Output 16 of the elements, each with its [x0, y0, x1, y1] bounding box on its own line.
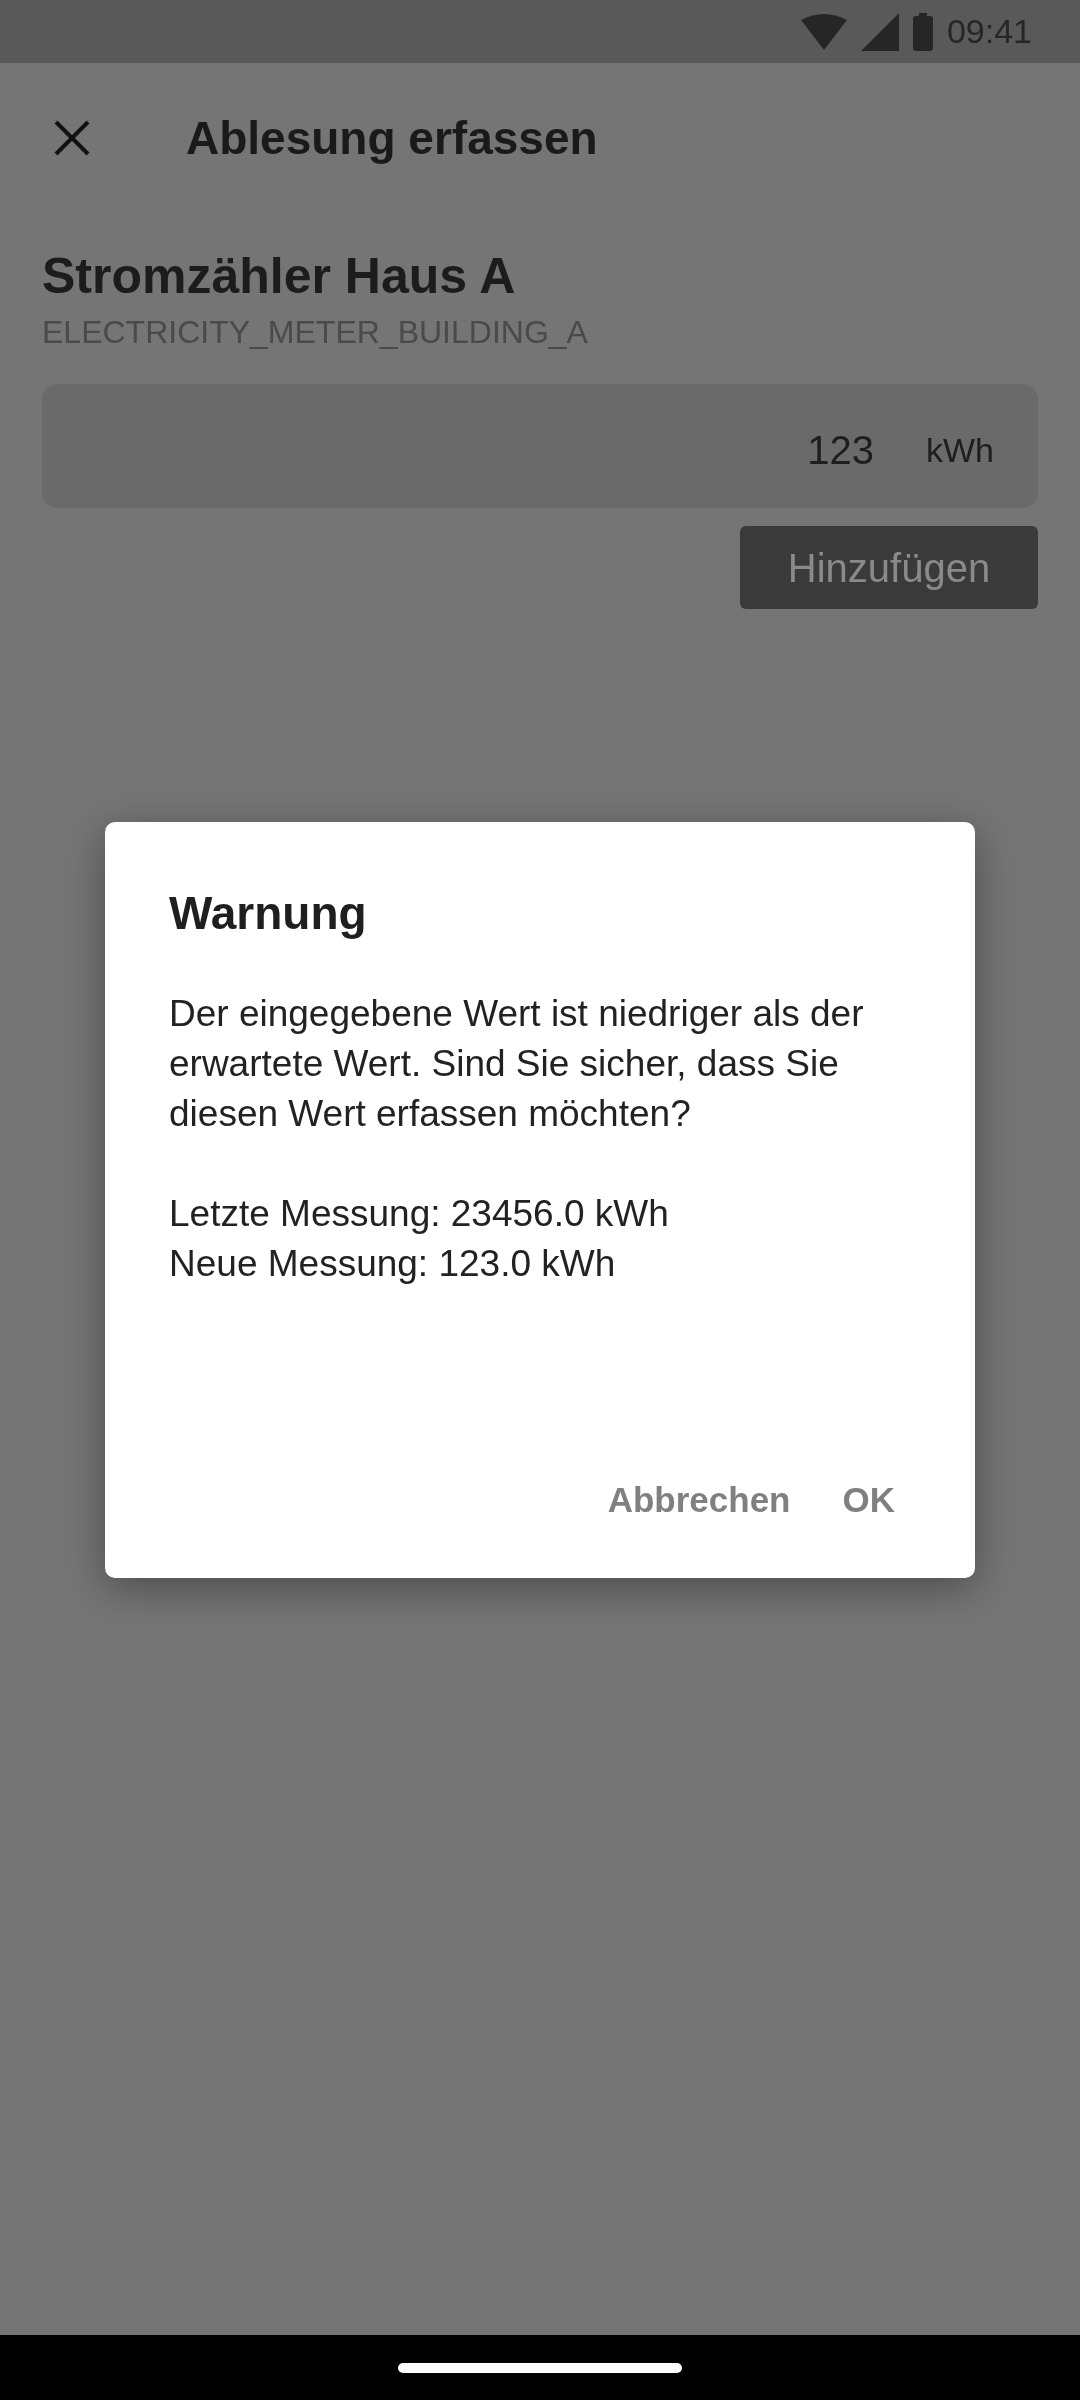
wifi-icon	[800, 13, 847, 50]
dialog-message: Der eingegebene Wert ist niedriger als der erwartete Wert. Sind Sie sicher, dass Sie diesen Wert erfassen möchten?	[169, 992, 865, 1137]
dialog-button[interactable]: OK	[826, 1461, 911, 1538]
unit-label: kWh	[926, 429, 994, 471]
reading-field[interactable]: 123 kWh	[42, 384, 1038, 508]
dialog-title: Warnung	[169, 886, 368, 941]
measurement-text: Neue Messung: 123.0 kWh	[169, 1242, 617, 1287]
measurement-text: Letzte Messung: 23456.0 kWh	[169, 1192, 670, 1237]
screen-title: Ablesung erfassen	[186, 110, 598, 166]
signal-icon	[860, 12, 899, 51]
meter-name: Stromzähler Haus A	[42, 249, 517, 304]
reading-value: 123	[807, 427, 874, 474]
battery-icon	[912, 12, 933, 51]
close-icon	[53, 119, 91, 157]
dialog-button[interactable]: Abbrechen	[591, 1461, 807, 1538]
home-indicator[interactable]	[398, 2362, 682, 2373]
